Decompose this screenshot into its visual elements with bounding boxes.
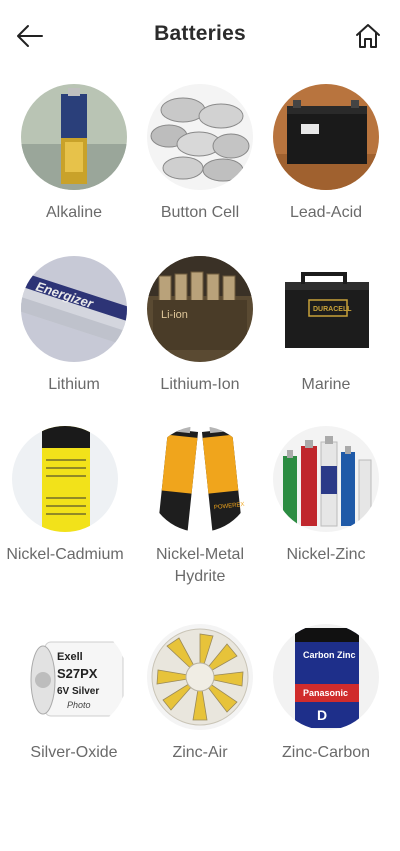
- battery-label: Lithium-Ion: [160, 376, 240, 393]
- battery-label: Nickel-Cadmium: [6, 546, 124, 563]
- battery-item-nickel-cadmium[interactable]: Nickel-Cadmium: [0, 426, 130, 566]
- battery-item-alkaline[interactable]: Alkaline: [9, 84, 139, 224]
- battery-item-lithium-ion[interactable]: Li-ion Lithium-Ion: [135, 256, 265, 396]
- battery-label: Nickel-Zinc: [286, 546, 366, 563]
- battery-label: Lead-Acid: [289, 204, 363, 221]
- lithium-ion-battery-photo: Li-ion: [147, 256, 253, 362]
- battery-item-nickel-zinc[interactable]: Nickel-Zinc: [261, 426, 391, 566]
- battery-item-zinc-carbon[interactable]: Carbon Zinc Panasonic D Zinc-Carbon: [261, 624, 391, 764]
- svg-text:6V Silver: 6V Silver: [57, 686, 99, 697]
- lithium-battery-photo: Energizer: [21, 256, 127, 362]
- battery-item-nickel-metal-hydrite[interactable]: POWEREX Nickel-Metal Hydrite: [135, 426, 265, 588]
- svg-text:D: D: [317, 707, 327, 723]
- button-cell-battery-photo: [147, 84, 253, 190]
- zinc-carbon-battery-photo: Carbon Zinc Panasonic D: [273, 624, 379, 730]
- page-title: Batteries: [154, 22, 246, 45]
- home-icon: [356, 24, 380, 48]
- battery-label: Alkaline: [45, 204, 103, 221]
- battery-item-lead-acid[interactable]: Lead-Acid: [261, 84, 391, 224]
- marine-battery-photo: DURACELL: [273, 256, 379, 362]
- svg-text:Panasonic: Panasonic: [303, 688, 348, 698]
- zinc-air-battery-photo: [147, 624, 253, 730]
- silver-oxide-battery-photo: Exell S27PX 6V Silver Photo: [21, 624, 127, 730]
- battery-label: Zinc-Carbon: [281, 744, 371, 761]
- battery-label: Marine: [301, 376, 351, 393]
- svg-text:Carbon Zinc: Carbon Zinc: [303, 650, 356, 660]
- battery-item-marine[interactable]: DURACELL Marine: [261, 256, 391, 396]
- nickel-zinc-battery-photo: [273, 426, 379, 532]
- battery-label: Button Cell: [160, 204, 240, 221]
- battery-label: Silver-Oxide: [30, 744, 118, 761]
- battery-item-lithium[interactable]: Energizer Lithium: [9, 256, 139, 396]
- svg-text:S27PX: S27PX: [57, 666, 98, 681]
- nickel-metal-hydride-battery-photo: POWEREX: [147, 426, 253, 532]
- svg-text:Exell: Exell: [57, 651, 83, 663]
- battery-label: Zinc-Air: [172, 744, 228, 761]
- battery-item-silver-oxide[interactable]: Exell S27PX 6V Silver Photo Silver-Oxide: [9, 624, 139, 764]
- nickel-cadmium-battery-photo: [12, 426, 118, 532]
- battery-label: Lithium: [48, 376, 100, 393]
- battery-item-zinc-air[interactable]: Zinc-Air: [135, 624, 265, 764]
- battery-label: Nickel-Metal Hydrite: [155, 546, 244, 585]
- alkaline-battery-photo: [21, 84, 127, 190]
- svg-text:DURACELL: DURACELL: [313, 306, 352, 313]
- svg-text:Li-ion: Li-ion: [161, 309, 188, 321]
- svg-text:Photo: Photo: [67, 700, 91, 710]
- app-header: Batteries: [0, 0, 400, 72]
- home-button[interactable]: [350, 18, 386, 54]
- battery-item-button-cell[interactable]: Button Cell: [135, 84, 265, 224]
- lead-acid-battery-photo: [273, 84, 379, 190]
